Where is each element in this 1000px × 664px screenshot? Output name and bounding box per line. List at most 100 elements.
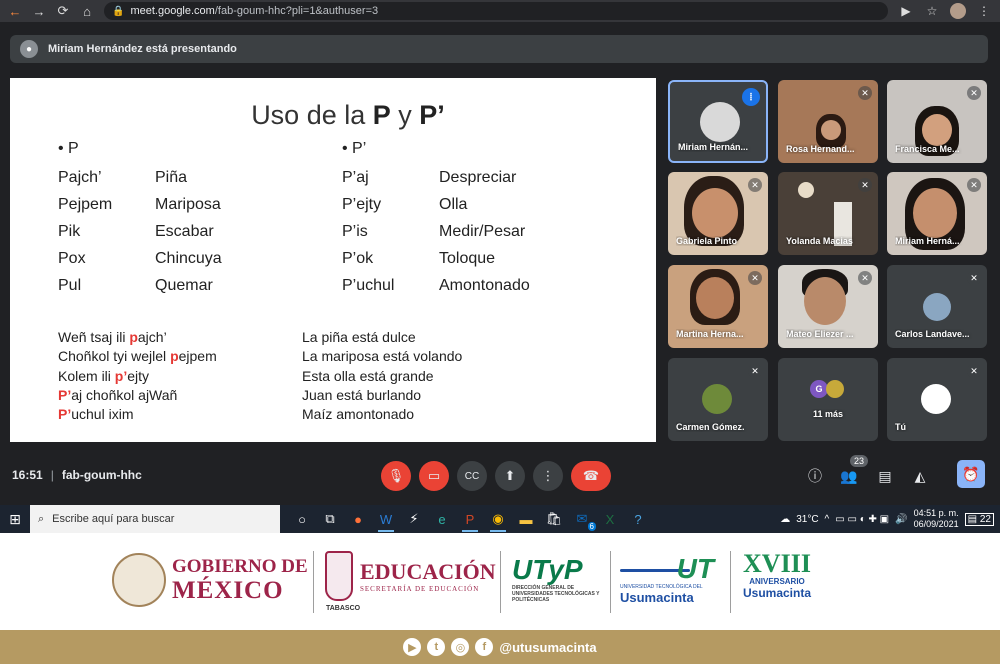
participant-name: Francisca Me... xyxy=(895,144,960,154)
leave-call-button[interactable]: ☎ xyxy=(571,461,611,491)
participant-tile[interactable]: ✕ Carmen Gómez. xyxy=(668,358,768,441)
volume-icon[interactable]: 🔊 xyxy=(895,514,907,525)
file-explorer-icon[interactable]: ▬ xyxy=(512,505,540,533)
address-bar[interactable]: 🔒 meet.google.com /fab-goum-hhc?pli=1&au… xyxy=(104,2,888,20)
mic-off-icon: ✕ xyxy=(967,364,981,378)
weather-temp[interactable]: 31°C xyxy=(796,514,818,525)
mic-off-icon: ✕ xyxy=(858,271,872,285)
mic-off-icon: ✕ xyxy=(967,271,981,285)
word-icon[interactable]: W xyxy=(372,505,400,533)
title-p: P xyxy=(372,100,391,130)
vocab-word: P’ejty xyxy=(342,196,382,213)
participant-tile[interactable]: ✕ Francisca Me... xyxy=(887,80,987,163)
left-meanings: Piña Mariposa Escabar Chincuya Quemar xyxy=(155,164,222,299)
camera-toggle-button[interactable]: ▭ xyxy=(419,461,449,491)
translation: La piña está dulce xyxy=(302,329,416,345)
alarm-icon[interactable]: ⏰ xyxy=(957,460,985,488)
twitter-icon[interactable]: t xyxy=(427,638,446,656)
right-meanings: Despreciar Olla Medir/Pesar Toloque Amon… xyxy=(439,164,530,299)
vocab-word: Pul xyxy=(58,277,82,294)
participant-tile[interactable]: ✕ Yolanda Macias xyxy=(778,172,878,255)
outlook-icon[interactable]: ✉ 6 xyxy=(568,505,596,533)
present-button[interactable]: ⬆ xyxy=(495,461,525,491)
vocab-word: P’aj xyxy=(342,169,369,186)
mic-toggle-button[interactable]: 🎙 xyxy=(381,461,411,491)
vocab-word: Pox xyxy=(58,250,86,267)
facebook-icon[interactable]: f xyxy=(475,638,494,656)
forward-icon[interactable]: → xyxy=(32,4,46,19)
windows-start-icon[interactable]: ⊞ xyxy=(0,511,30,528)
taskbar-search-placeholder: Escribe aquí para buscar xyxy=(52,513,175,525)
bookmark-star-icon[interactable]: ☆ xyxy=(924,4,940,18)
tabasco-shield-icon xyxy=(325,551,353,601)
more-options-button[interactable]: ⋮ xyxy=(533,461,563,491)
help-icon[interactable]: ? xyxy=(624,505,652,533)
more-participants-tile[interactable]: G 11 más xyxy=(778,358,878,441)
educacion-logo: EDUCACIÓN SECRETARÍA DE EDUCACIÓN xyxy=(360,559,496,593)
menu-icon[interactable]: ⋮ xyxy=(976,4,992,18)
screen: ← → ⟳ ⌂ 🔒 meet.google.com /fab-goum-hhc?… xyxy=(0,0,1000,664)
participant-name: Rosa Hernand... xyxy=(786,144,855,154)
tray-icons[interactable]: ▭ ▭ ◐ ✚ ▣ xyxy=(835,514,889,525)
cortana-icon[interactable]: ○ xyxy=(288,505,316,533)
weather-icon[interactable]: ☁ xyxy=(780,514,790,525)
taskbar-search[interactable]: ⌕ Escribe aquí para buscar xyxy=(30,505,280,533)
participant-tile[interactable]: ✕ Carlos Landave... xyxy=(887,265,987,348)
participant-tile[interactable]: ✕ Martina Herna... xyxy=(668,265,768,348)
lock-icon: 🔒 xyxy=(112,5,125,17)
camera-icon[interactable]: ▶ xyxy=(898,4,914,18)
chrome-icon[interactable]: ◉ xyxy=(484,505,512,533)
participant-avatar xyxy=(923,293,951,321)
self-tile[interactable]: ✕ Tú xyxy=(887,358,987,441)
excel-icon[interactable]: X xyxy=(596,505,624,533)
sentence: Kolem ili p’ejty xyxy=(58,367,150,384)
taskbar-clock[interactable]: 04:51 p. m. 06/09/2021 xyxy=(914,508,959,530)
app-icon[interactable]: ⚡ xyxy=(400,505,428,533)
participant-tile[interactable]: ✕ Rosa Hernand... xyxy=(778,80,878,163)
branding-footer: GOBIERNO DE MÉXICO TABASCO EDUCACIÓN SEC… xyxy=(0,533,1000,630)
participant-tile[interactable]: ✕ Mateo Eliezer ... xyxy=(778,265,878,348)
powerpoint-icon[interactable]: P xyxy=(456,505,484,533)
presenting-text: Miriam Hernández está presentando xyxy=(48,43,237,55)
instagram-icon[interactable]: ◎ xyxy=(451,638,470,656)
vocab-meaning: Piña xyxy=(155,169,188,186)
firefox-icon[interactable]: ● xyxy=(344,505,372,533)
mic-off-icon: ✕ xyxy=(748,178,762,192)
back-icon[interactable]: ← xyxy=(8,4,22,19)
participant-tile[interactable]: ✕ Gabriela Pinto xyxy=(668,172,768,255)
title-p2: P’ xyxy=(419,100,445,130)
info-icon[interactable]: ⓘ xyxy=(804,465,826,487)
activities-icon[interactable]: ◭ xyxy=(909,465,931,487)
store-icon[interactable]: 🛍 xyxy=(540,505,568,533)
sentence: Choñkol tyi wejlel pejpem xyxy=(58,348,217,365)
notifications-icon[interactable]: ▤ 22 xyxy=(964,512,994,526)
reload-icon[interactable]: ⟳ xyxy=(56,3,70,19)
system-tray: ☁ 31°C ^ ▭ ▭ ◐ ✚ ▣ 🔊 04:51 p. m. 06/09/2… xyxy=(780,508,1000,530)
participant-tile[interactable]: ✕ Miriam Herná... xyxy=(887,172,987,255)
sentence: Weñ tsaj ili pajch’ xyxy=(58,329,167,345)
profile-avatar[interactable] xyxy=(950,3,966,19)
tray-chevron-icon[interactable]: ^ xyxy=(825,514,830,525)
self-avatar xyxy=(921,384,951,414)
title-y: y xyxy=(390,100,420,130)
captions-button[interactable]: CC xyxy=(457,461,487,491)
vocab-word: Pik xyxy=(58,223,81,240)
heading-p-glottal: • P’ xyxy=(342,140,367,157)
vocab-meaning: Escabar xyxy=(155,223,214,240)
vocab-meaning: Quemar xyxy=(155,277,213,294)
home-icon[interactable]: ⌂ xyxy=(80,4,94,19)
meeting-info: 16:51 | fab-goum-hhc xyxy=(12,468,142,482)
windows-taskbar: ⊞ ⌕ Escribe aquí para buscar ○ ⧉ ● W ⚡ e… xyxy=(0,505,1000,533)
tabasco-label: TABASCO xyxy=(326,605,361,612)
social-handle[interactable]: @utusumacinta xyxy=(499,640,596,655)
youtube-icon[interactable]: ▶ xyxy=(403,638,422,656)
more-participants-label: 11 más xyxy=(812,409,844,419)
people-icon[interactable]: 👥 xyxy=(838,465,860,487)
participant-tile[interactable]: ⦙ Miriam Hernán... xyxy=(668,80,768,163)
chat-icon[interactable]: ▤ xyxy=(874,465,896,487)
task-view-icon[interactable]: ⧉ xyxy=(316,505,344,533)
edge-icon[interactable]: e xyxy=(428,505,456,533)
sentence: P’uchul ixim xyxy=(58,406,134,423)
vocab-meaning: Medir/Pesar xyxy=(439,223,526,240)
vocab-meaning: Chincuya xyxy=(155,250,222,267)
